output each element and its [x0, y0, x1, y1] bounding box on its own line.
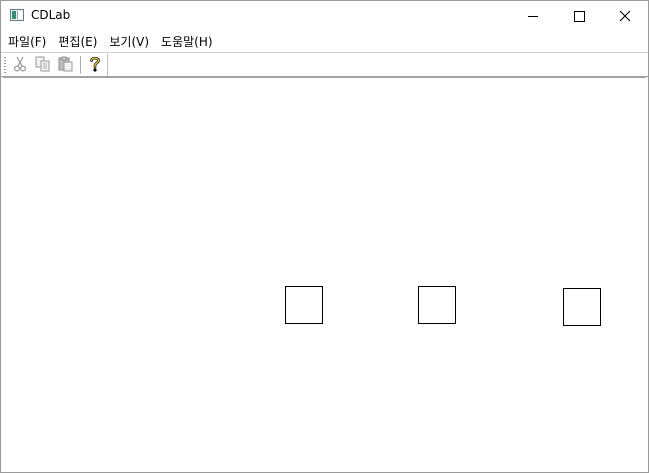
menu-edit[interactable]: 편집(E) [52, 31, 103, 51]
menu-file[interactable]: 파일(F) [1, 31, 52, 51]
minimize-button[interactable] [510, 1, 556, 31]
cut-icon [13, 56, 27, 72]
menu-help[interactable]: 도움말(H) [155, 31, 219, 51]
app-window: CDLab 파일(F) 편집(E) 보기(V) 도움말(H) [0, 0, 649, 473]
canvas-square[interactable] [285, 286, 323, 324]
canvas-square[interactable] [418, 286, 456, 324]
toolbar [1, 52, 648, 77]
toolbar-end-divider [107, 54, 108, 76]
document-canvas[interactable] [3, 77, 646, 471]
app-window-icon[interactable] [10, 9, 24, 21]
help-icon [90, 56, 100, 72]
menu-view[interactable]: 보기(V) [103, 31, 155, 51]
toolbar-separator [80, 56, 81, 74]
help-button[interactable] [86, 55, 104, 73]
toolbar-grip[interactable] [4, 57, 6, 73]
copy-button[interactable] [34, 55, 52, 73]
minimize-icon [528, 15, 538, 17]
window-title: CDLab [31, 8, 71, 22]
close-button[interactable] [602, 1, 648, 31]
paste-button[interactable] [57, 55, 75, 73]
cut-button[interactable] [11, 55, 29, 73]
menu-bar: 파일(F) 편집(E) 보기(V) 도움말(H) [1, 31, 648, 51]
paste-icon [58, 56, 73, 72]
maximize-button[interactable] [556, 1, 602, 31]
canvas-square[interactable] [563, 288, 601, 326]
maximize-icon [573, 10, 585, 22]
close-icon [619, 10, 631, 22]
copy-icon [35, 56, 50, 72]
title-bar[interactable]: CDLab [1, 1, 648, 31]
